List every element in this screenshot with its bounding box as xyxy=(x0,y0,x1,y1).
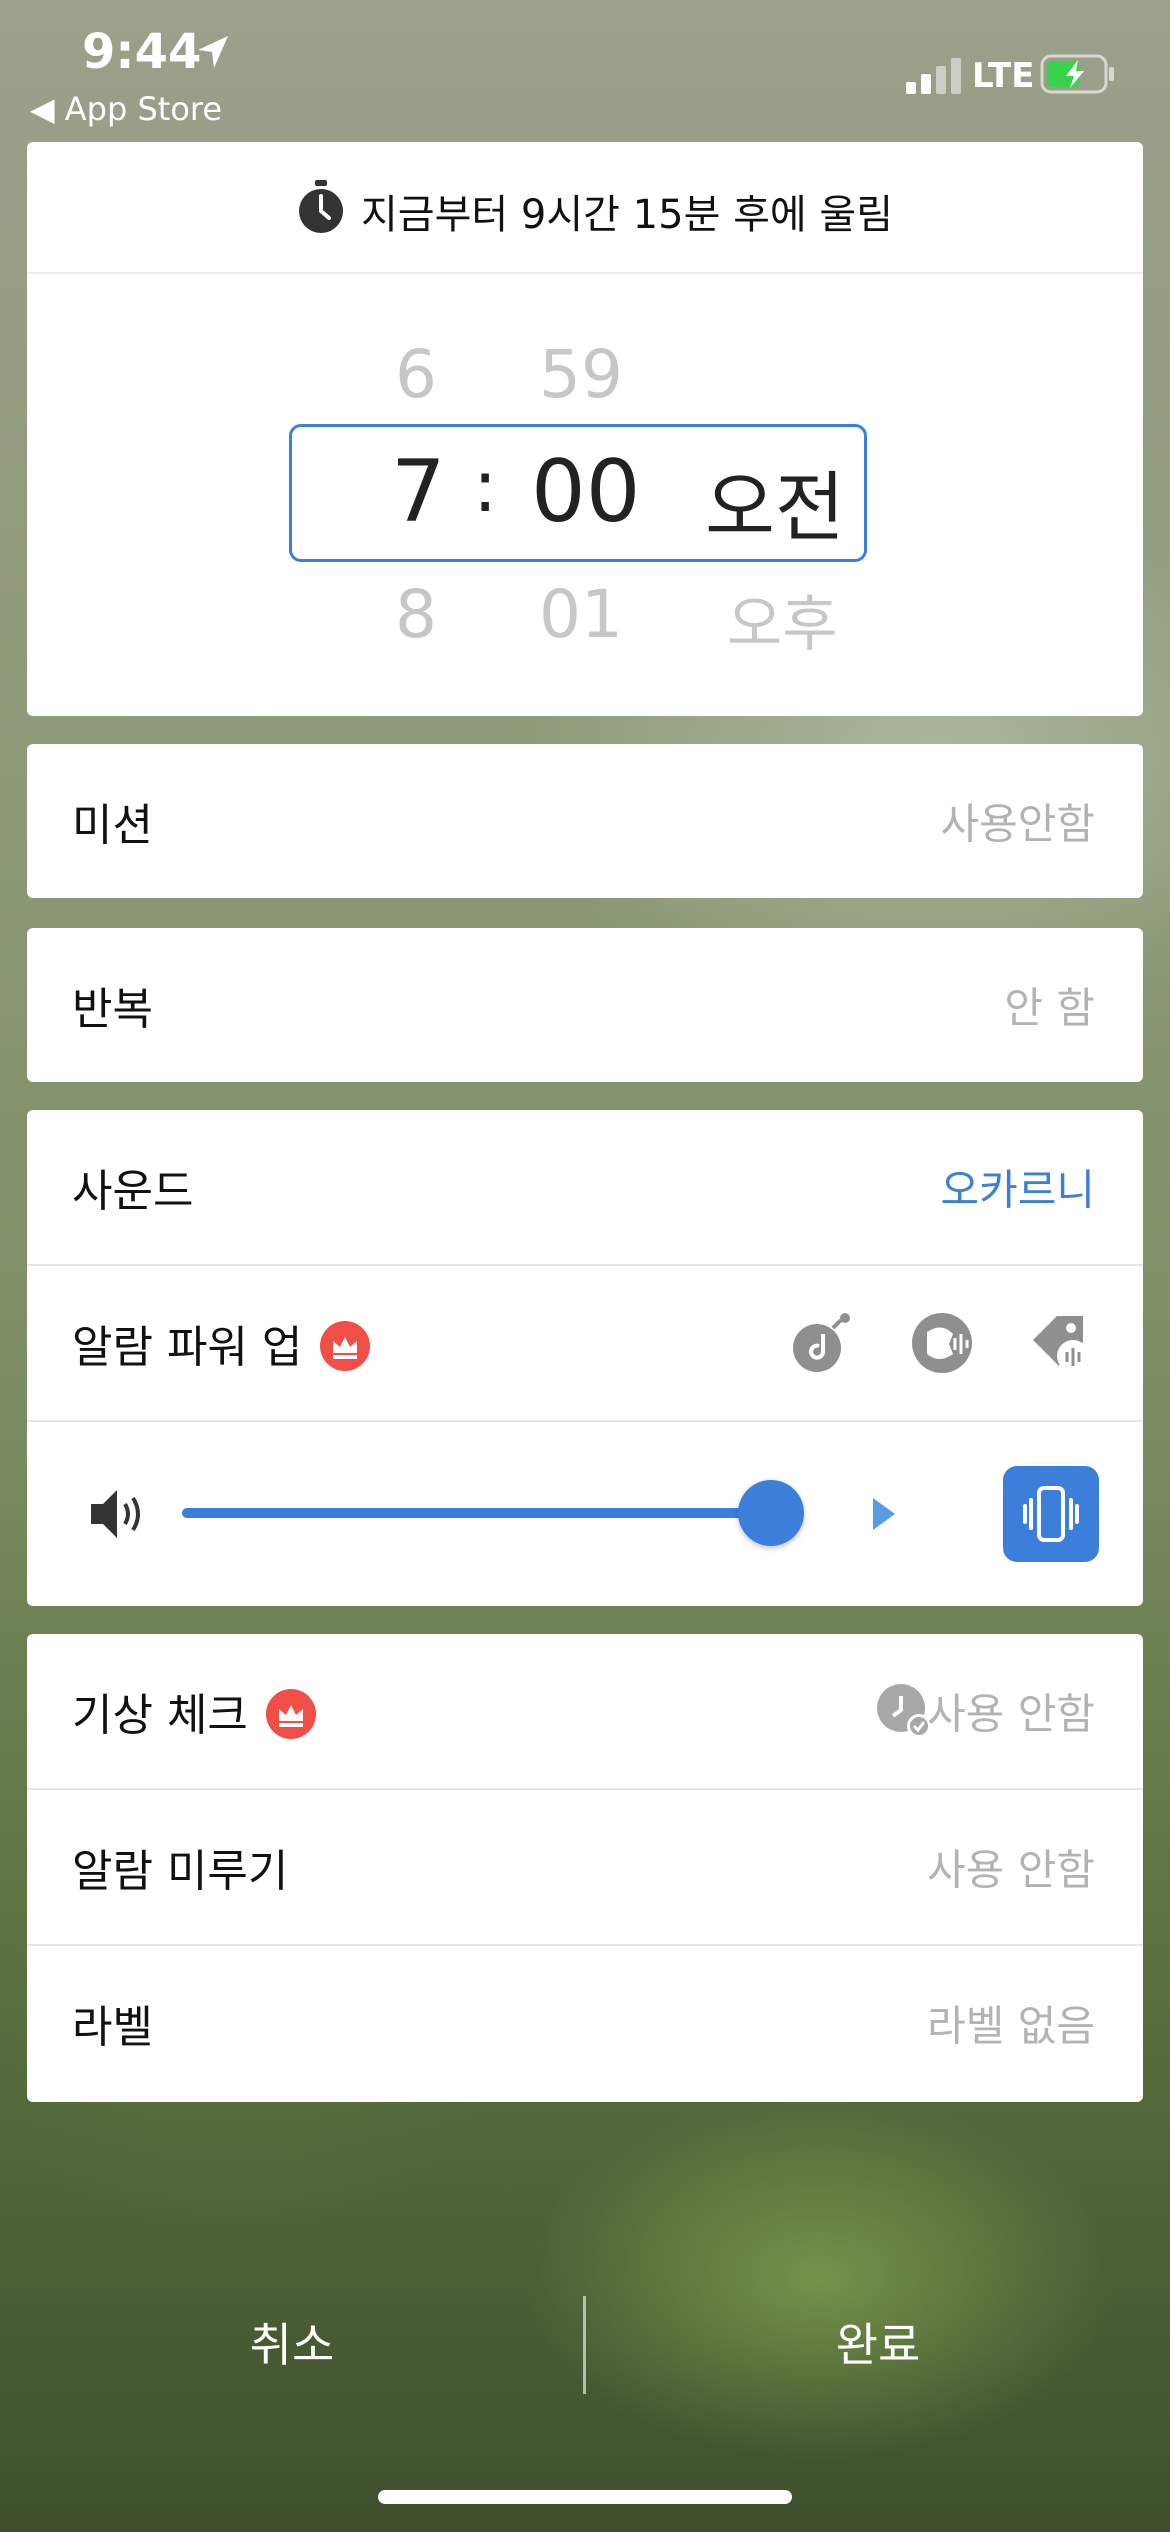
time-picker-card: 지금부터 9시간 15분 후에 울림 6 59 7 : 00 오전 8 01 오… xyxy=(27,142,1143,716)
picker-minute-prev[interactable]: 59 xyxy=(539,336,623,413)
picker-hour-prev[interactable]: 6 xyxy=(395,336,437,413)
alarm-check-icon xyxy=(877,1684,931,1738)
sound-value: 오카르니 xyxy=(940,1165,1095,1215)
voice-face-icon[interactable] xyxy=(909,1310,975,1376)
sound-label: 사운드 xyxy=(72,1166,194,1217)
mission-value: 사용안함 xyxy=(940,799,1095,849)
powerup-label: 알람 파워 업 xyxy=(72,1311,371,1375)
volume-slider[interactable] xyxy=(182,1480,804,1546)
speaker-icon xyxy=(91,1490,140,1538)
mission-label: 미션 xyxy=(72,800,153,851)
repeat-value: 안 함 xyxy=(1004,983,1095,1033)
cancel-button[interactable]: 취소 xyxy=(0,2300,584,2390)
snooze-value: 사용 안함 xyxy=(927,1845,1095,1895)
music-bomb-icon[interactable] xyxy=(789,1310,855,1376)
done-button[interactable]: 완료 xyxy=(586,2300,1170,2390)
home-indicator xyxy=(378,2490,792,2504)
sound-card: 사운드 오카르니 알람 파워 업 xyxy=(27,1110,1143,1606)
wakeup-check-row[interactable]: 기상 체크 사용 안함 xyxy=(27,1634,1143,1790)
crown-icon xyxy=(265,1689,316,1739)
picker-minute[interactable]: 00 xyxy=(531,442,640,542)
status-bar: 9:44 ◀ App Store LTE xyxy=(0,0,1170,140)
countdown-header: 지금부터 9시간 15분 후에 울림 xyxy=(27,142,1143,274)
picker-separator: : xyxy=(473,444,498,528)
back-to-app-store[interactable]: ◀ App Store xyxy=(30,90,222,128)
picker-period[interactable]: 오전 xyxy=(705,446,845,556)
status-time: 9:44 xyxy=(82,24,202,80)
label-row[interactable]: 라벨 라벨 없음 xyxy=(27,1946,1143,2100)
sound-row[interactable]: 사운드 오카르니 xyxy=(27,1110,1143,1266)
volume-fill xyxy=(182,1508,771,1518)
picker-minute-next[interactable]: 01 xyxy=(539,576,623,653)
powerup-row[interactable]: 알람 파워 업 xyxy=(27,1266,1143,1422)
network-label: LTE xyxy=(972,56,1035,96)
play-preview-icon[interactable] xyxy=(869,1494,899,1534)
battery-icon xyxy=(1040,54,1114,94)
repeat-label: 반복 xyxy=(72,984,153,1035)
wakeup-check-label: 기상 체크 xyxy=(72,1679,316,1743)
settings-card: 기상 체크 사용 안함 알람 미루기 사용 안함 라벨 라벨 없음 xyxy=(27,1634,1143,2102)
snooze-label: 알람 미루기 xyxy=(72,1846,289,1897)
countdown-text: 지금부터 9시간 15분 후에 울림 xyxy=(361,192,894,238)
stopwatch-icon xyxy=(299,180,343,233)
volume-row xyxy=(27,1422,1143,1606)
label-row-label: 라벨 xyxy=(72,2002,153,2053)
picker-hour-next[interactable]: 8 xyxy=(395,576,437,653)
wakeup-check-label-text: 기상 체크 xyxy=(72,1690,248,1741)
location-arrow-icon xyxy=(198,36,228,68)
vibrate-icon xyxy=(1023,1486,1079,1542)
wakeup-check-value: 사용 안함 xyxy=(927,1689,1095,1739)
voice-tag-icon[interactable] xyxy=(1027,1310,1093,1376)
picker-hour[interactable]: 7 xyxy=(391,442,446,542)
picker-period-next[interactable]: 오후 xyxy=(727,576,837,663)
signal-icon xyxy=(906,58,961,94)
snooze-row[interactable]: 알람 미루기 사용 안함 xyxy=(27,1790,1143,1946)
mission-card[interactable]: 미션 사용안함 xyxy=(27,744,1143,898)
powerup-label-text: 알람 파워 업 xyxy=(72,1322,303,1373)
crown-icon xyxy=(320,1321,371,1371)
volume-thumb[interactable] xyxy=(738,1480,804,1546)
label-row-value: 라벨 없음 xyxy=(927,2001,1095,2051)
repeat-card[interactable]: 반복 안 함 xyxy=(27,928,1143,1082)
vibrate-toggle[interactable] xyxy=(1003,1466,1099,1562)
